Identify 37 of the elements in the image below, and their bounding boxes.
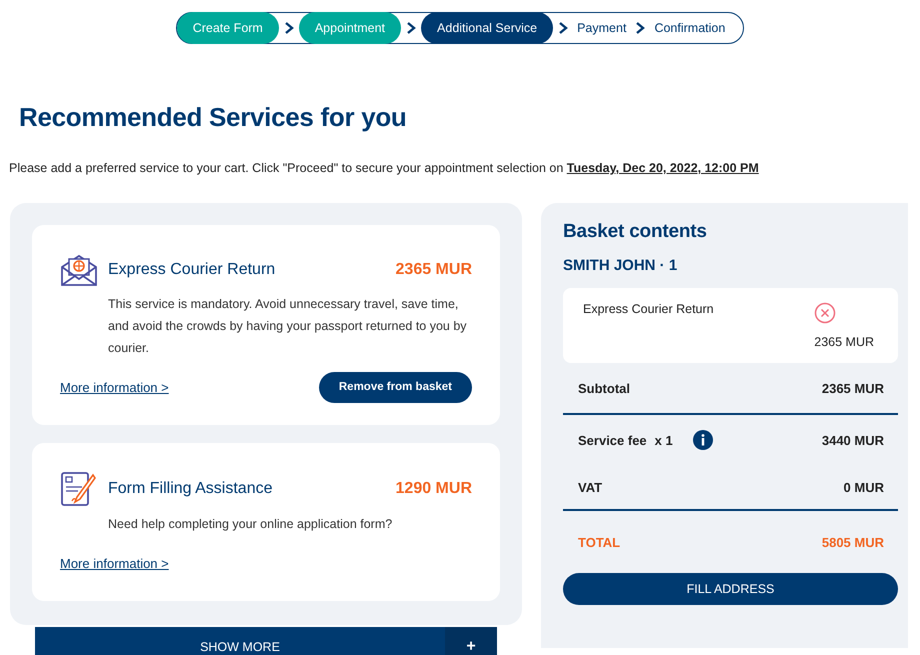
chevron-icon — [557, 21, 570, 35]
person-name: SMITH JOHN · 1 — [563, 257, 678, 274]
basket-item-name: Express Courier Return — [583, 302, 715, 318]
summary-label: Service fee — [578, 432, 647, 448]
fill-address-button[interactable]: FILL ADDRESS — [563, 573, 898, 605]
summary-value: 5805 MUR — [822, 534, 884, 550]
page-heading: Recommended Services for you — [19, 102, 408, 133]
envelope-icon — [60, 253, 98, 287]
step-tab[interactable]: Confirmation — [650, 12, 730, 44]
summary-label: TOTAL — [578, 534, 620, 550]
service-description: This service is mandatory. Avoid unnecessary travel, save time, and avoid the crowds by having your passport returned to you by courier. — [108, 296, 468, 357]
summary-label: VAT — [578, 480, 602, 494]
service-title: Express Courier Return — [108, 261, 276, 279]
remove-icon[interactable] — [814, 302, 836, 324]
summary-value: 3440 MUR — [822, 432, 884, 448]
chevron-icon — [634, 21, 646, 35]
form-pencil-icon — [60, 471, 96, 507]
info-icon[interactable] — [692, 430, 713, 450]
remove-from-basket-button[interactable]: Remove from basket — [318, 372, 472, 402]
summary-value: 2365 MUR — [822, 380, 884, 396]
fee-quantity: x 1 — [654, 432, 673, 448]
basket-title: Basket contents — [563, 221, 708, 243]
summary-label: Subtotal — [578, 380, 630, 396]
intro-text: Please add a preferred service to your cart. Click "Proceed" to secure your appointment selection on Tuesday, Dec 20, 2022, 12:00 PM — [9, 161, 760, 175]
chevron-icon — [405, 21, 418, 35]
more-information-link[interactable]: More information > — [60, 556, 169, 570]
service-price: 2365 MUR — [396, 261, 472, 279]
summary-value: 0 MUR — [844, 480, 884, 494]
chevron-icon — [282, 21, 295, 35]
more-information-link[interactable]: More information > — [60, 380, 169, 394]
basket-item-price: 2365 MUR — [814, 335, 874, 349]
service-title: Form Filling Assistance — [108, 480, 274, 498]
service-description: Need help completing your online application form? — [108, 516, 394, 533]
service-price: 1290 MUR — [396, 480, 472, 498]
show-more-button[interactable]: SHOW MORE + — [35, 627, 497, 655]
step-tab[interactable]: Additional Service — [421, 12, 554, 44]
step-tab[interactable]: Payment — [573, 12, 630, 44]
